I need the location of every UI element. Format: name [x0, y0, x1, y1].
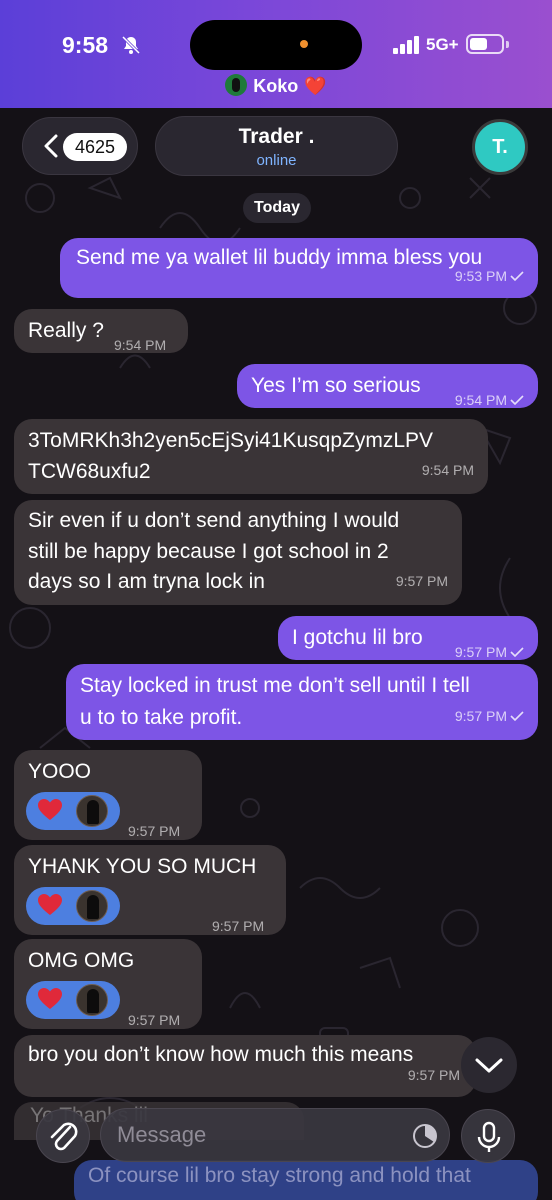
battery-icon — [466, 34, 504, 54]
network-type: 5G+ — [426, 35, 459, 54]
message-text: YHANK YOU SO MUCH — [28, 855, 257, 878]
unread-count-badge: 4625 — [63, 133, 127, 161]
partial-outgoing-text: Of course lil bro stay strong and hold t… — [88, 1164, 471, 1187]
check-icon — [510, 271, 524, 281]
message-time: 9:57 PM — [128, 823, 181, 839]
contact-avatar[interactable]: T. — [472, 119, 528, 175]
chevron-down-icon — [475, 1058, 503, 1073]
message-text: Yes I’m so serious — [251, 374, 421, 397]
privacy-indicator-icon — [300, 40, 308, 48]
reaction-badge[interactable] — [26, 887, 120, 925]
microphone-button[interactable] — [461, 1109, 515, 1163]
scroll-to-bottom-button[interactable] — [461, 1037, 517, 1093]
message-placeholder: Message — [117, 1122, 207, 1147]
contact-status: online — [256, 152, 297, 169]
message-text: bro you don’t know how much this means — [28, 1043, 414, 1066]
message-incoming[interactable]: Sir even if u don’t send anything I woul… — [14, 500, 462, 605]
message-text-line: still be happy because I got school in 2 — [28, 540, 389, 563]
message-time: 9:57 PM — [212, 918, 265, 934]
message-time: 9:54 PM — [114, 337, 167, 353]
signal-icon — [393, 36, 421, 54]
check-icon — [510, 647, 524, 657]
paperclip-icon — [50, 1122, 78, 1151]
message-text-line: u to to take profit. — [80, 706, 243, 729]
message-text-line: TCW68uxfu2 — [28, 460, 151, 483]
message-incoming[interactable]: YOOO 9:57 PM — [14, 750, 202, 840]
message-time: 9:53 PM — [455, 261, 524, 292]
message-time: 9:57 PM — [395, 573, 448, 589]
dynamic-island — [190, 20, 362, 70]
contact-name: Trader . — [238, 125, 315, 148]
check-icon — [510, 395, 524, 405]
heart-emoji: ❤️ — [304, 76, 327, 96]
message-time: 9:54 PM — [455, 385, 524, 416]
message-text: YOOO — [28, 760, 92, 783]
status-bar: 9:58 5G+ — [0, 0, 552, 72]
date-divider: Today — [243, 193, 311, 223]
message-outgoing[interactable]: Yes I’m so serious 9:54 PM — [237, 364, 538, 408]
chevron-left-icon — [44, 134, 58, 158]
message-incoming[interactable]: 3ToMRKh3h2yen5cEjSyi41KusqpZymzLPV TCW68… — [14, 419, 488, 494]
reactor-avatar — [76, 984, 108, 1016]
battery-tip — [506, 41, 509, 48]
heart-icon — [38, 988, 62, 1009]
message-text: I gotchu lil bro — [292, 626, 423, 649]
message-incoming[interactable]: YHANK YOU SO MUCH 9:57 PM — [14, 845, 286, 935]
message-outgoing[interactable]: I gotchu lil bro 9:57 PM — [278, 616, 538, 660]
attach-button[interactable] — [36, 1109, 90, 1163]
reactor-avatar — [76, 795, 108, 827]
message-text: Really ? — [28, 319, 104, 342]
heart-icon — [38, 799, 62, 820]
reactor-avatar — [76, 890, 108, 922]
message-incoming[interactable]: bro you don’t know how much this means 9… — [14, 1035, 476, 1097]
message-time: 9:54 PM — [421, 462, 474, 478]
microphone-icon — [477, 1121, 501, 1152]
message-incoming[interactable]: OMG OMG 9:57 PM — [14, 939, 202, 1029]
message-time: 9:57 PM — [455, 701, 524, 732]
message-text-line: 3ToMRKh3h2yen5cEjSyi41KusqpZymzLPV — [28, 429, 434, 452]
message-input[interactable]: Message — [100, 1108, 450, 1162]
heart-icon — [38, 894, 62, 915]
message-outgoing[interactable]: Stay locked in trust me don’t sell until… — [66, 664, 538, 740]
message-outgoing[interactable]: Send me ya wallet lil buddy imma bless y… — [60, 238, 538, 298]
message-text: OMG OMG — [28, 949, 135, 972]
banner-avatar-icon — [225, 74, 248, 96]
chat-title[interactable]: Trader . online — [155, 116, 398, 176]
message-text-line: Stay locked in trust me don’t sell until… — [80, 674, 470, 697]
check-icon — [510, 711, 524, 721]
message-time: 9:57 PM — [128, 1012, 181, 1028]
message-text: Send me ya wallet lil buddy imma bless y… — [76, 246, 483, 269]
message-incoming[interactable]: Really ? 9:54 PM — [14, 309, 188, 353]
bell-slash-icon — [121, 35, 141, 55]
reaction-badge[interactable] — [26, 981, 120, 1019]
banner-name: Koko — [253, 76, 299, 96]
reaction-badge[interactable] — [26, 792, 120, 830]
back-button[interactable]: 4625 — [22, 117, 138, 175]
timer-icon[interactable] — [411, 1122, 439, 1150]
top-banner[interactable]: Koko ❤️ — [0, 74, 552, 97]
clock: 9:58 — [62, 32, 109, 58]
message-text-line: Sir even if u don’t send anything I woul… — [28, 509, 400, 532]
message-text-line: days so I am tryna lock in — [28, 570, 265, 593]
message-time: 9:57 PM — [407, 1067, 460, 1083]
